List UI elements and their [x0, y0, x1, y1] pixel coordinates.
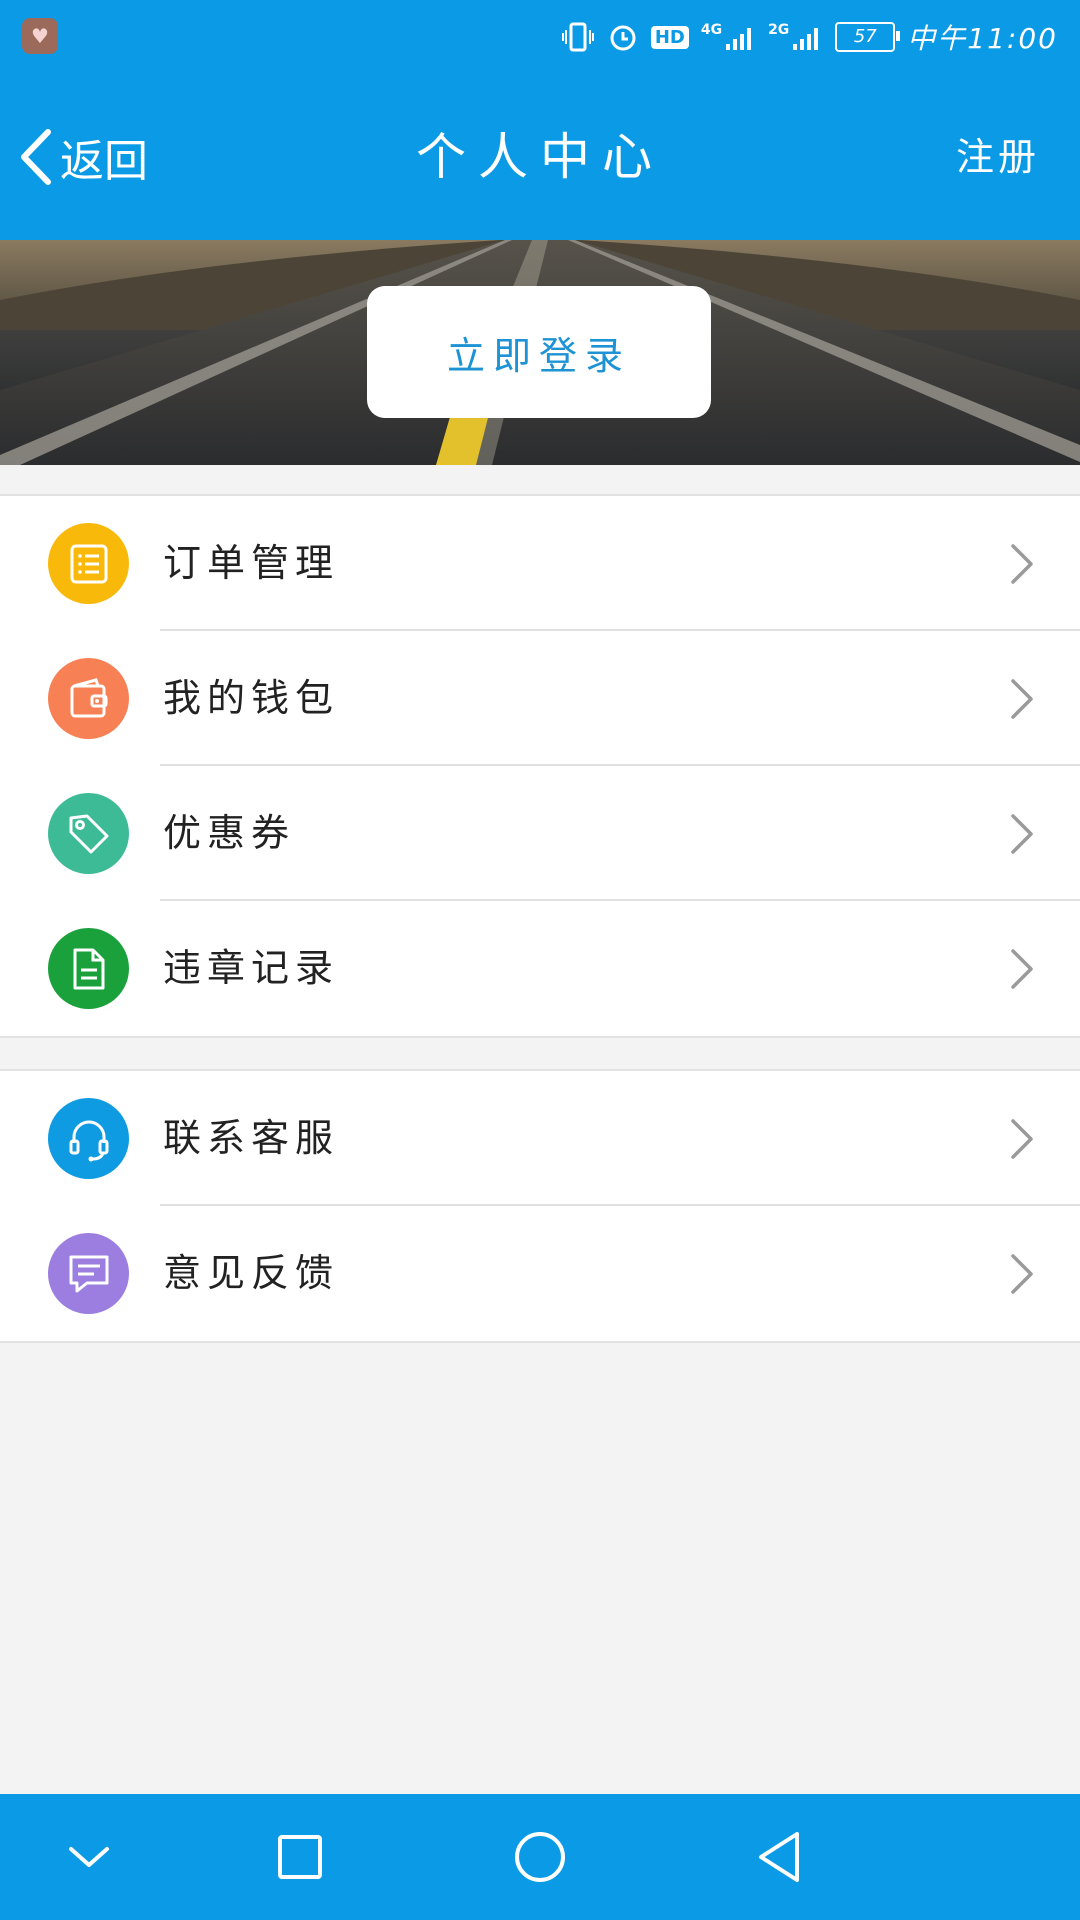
- home-button[interactable]: [507, 1824, 573, 1890]
- circle-icon: [515, 1832, 565, 1882]
- menu-item-label: 联系客服: [163, 1116, 340, 1160]
- status-time: 中午11:00: [907, 22, 1058, 55]
- chat-bubble-icon: [48, 1233, 129, 1314]
- coupon-tag-icon: [48, 793, 129, 874]
- network-4g-label: 4G: [700, 22, 723, 38]
- chevron-right-icon: [1011, 544, 1033, 584]
- login-button[interactable]: 立即登录: [367, 286, 711, 418]
- menu-item-label: 意见反馈: [163, 1251, 340, 1295]
- menu-item-wallet[interactable]: 我的钱包: [0, 631, 1080, 766]
- menu-item-violations[interactable]: 违章记录: [0, 901, 1080, 1036]
- chevron-right-icon: [1011, 679, 1033, 719]
- network-2g-label: 2G: [768, 22, 790, 38]
- order-list-icon: [48, 523, 129, 604]
- health-app-icon: ♥: [22, 18, 58, 54]
- menu-item-customer-service[interactable]: 联系客服: [0, 1071, 1080, 1206]
- hd-badge: HD: [650, 25, 689, 49]
- headset-icon: [48, 1098, 129, 1179]
- menu-group-primary: 订单管理 我的钱包 优惠券 违章记录: [0, 494, 1080, 1038]
- chevron-right-icon: [1011, 1254, 1033, 1294]
- battery-indicator: 57: [835, 22, 901, 52]
- wallet-icon: [48, 658, 129, 739]
- signal-2g-icon: 2G: [768, 22, 823, 52]
- chevron-right-icon: [1011, 814, 1033, 854]
- chevron-right-icon: [1011, 1119, 1033, 1159]
- vibrate-icon: [561, 20, 595, 54]
- menu-item-label: 优惠券: [163, 811, 296, 855]
- triangle-back-icon: [759, 1832, 799, 1882]
- page-title: 个人中心: [416, 128, 664, 186]
- status-bar: ♥ HD 4G 2G 57 中午11:00: [0, 0, 1080, 74]
- menu-item-label: 违章记录: [163, 946, 340, 990]
- status-indicators: HD 4G 2G 57 中午11:00: [561, 14, 1058, 60]
- square-icon: [278, 1835, 322, 1879]
- menu-item-feedback[interactable]: 意见反馈: [0, 1206, 1080, 1341]
- menu-item-coupons[interactable]: 优惠券: [0, 766, 1080, 901]
- system-navigation-bar: [0, 1794, 1080, 1920]
- menu-item-label: 订单管理: [163, 541, 340, 585]
- back-nav-button[interactable]: [746, 1824, 812, 1890]
- profile-banner: 立即登录: [0, 240, 1080, 465]
- menu-item-label: 我的钱包: [163, 676, 340, 720]
- title-bar: 返回 个人中心 注册: [0, 74, 1080, 240]
- recent-apps-button[interactable]: [267, 1824, 333, 1890]
- menu-item-orders[interactable]: 订单管理: [0, 496, 1080, 631]
- document-icon: [48, 928, 129, 1009]
- register-button[interactable]: 注册: [956, 122, 1040, 192]
- chevron-down-icon: [69, 1847, 109, 1867]
- chevron-right-icon: [1011, 949, 1033, 989]
- menu-group-secondary: 联系客服 意见反馈: [0, 1069, 1080, 1343]
- signal-4g-icon: 4G: [701, 22, 756, 52]
- alarm-icon: [607, 21, 639, 53]
- hide-nav-button[interactable]: [56, 1824, 122, 1890]
